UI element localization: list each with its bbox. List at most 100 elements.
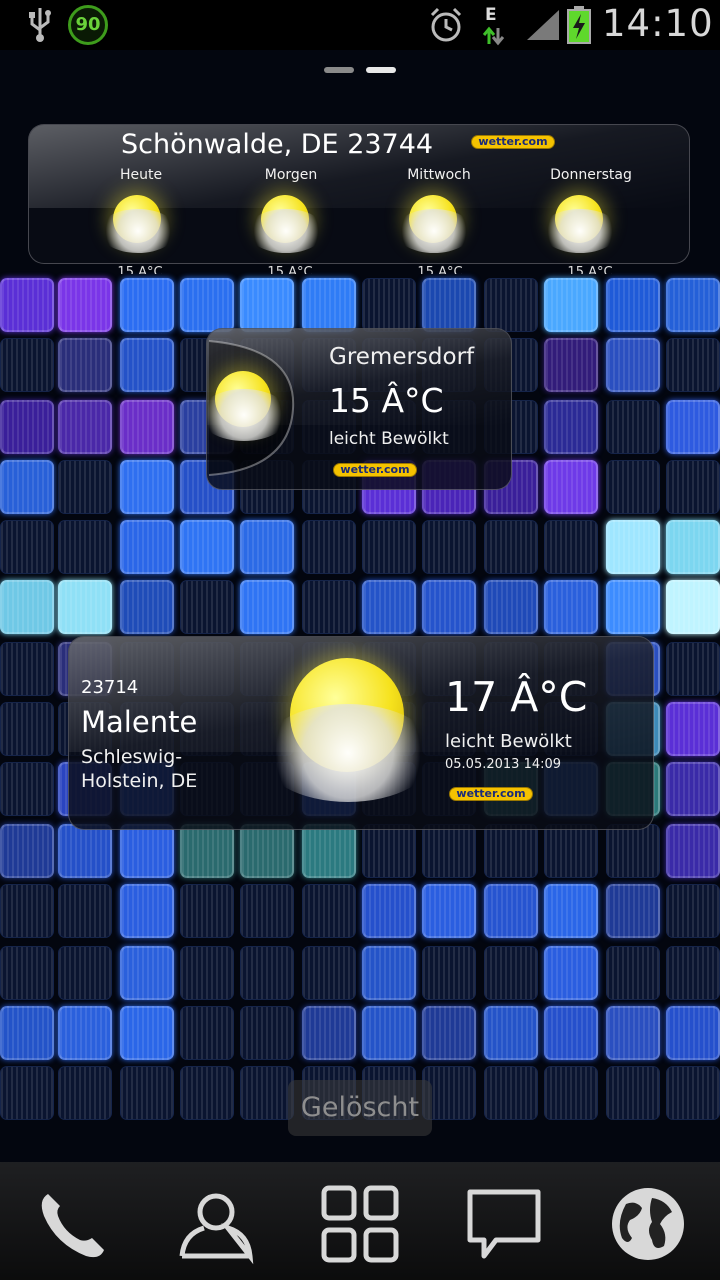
wallpaper-tile: [0, 520, 54, 574]
wallpaper-tile: [0, 702, 54, 756]
city-label: Malente: [81, 705, 198, 739]
wallpaper-tile: [606, 824, 660, 878]
zip-code-label: 23714: [81, 677, 139, 698]
forecast-temp-clipped: 15 Â°C: [567, 266, 613, 274]
wallpaper-tile: [422, 884, 476, 938]
wallpaper-tile: [120, 946, 174, 1000]
wallpaper-tile: [240, 580, 294, 634]
wallpaper-tile: [58, 400, 112, 454]
wallpaper-tile: [58, 884, 112, 938]
wallpaper-tile: [120, 278, 174, 332]
messages-button[interactable]: [462, 1182, 546, 1266]
partly-cloudy-icon: [395, 191, 473, 253]
wallpaper-tile: [606, 460, 660, 514]
phone-icon: [41, 1194, 104, 1258]
wallpaper-tile: [666, 702, 720, 756]
wallpaper-tile: [666, 580, 720, 634]
apps-grid-icon: [321, 1185, 399, 1263]
wallpaper-tile: [120, 1066, 174, 1120]
wallpaper-tile: [606, 884, 660, 938]
wallpaper-tile: [606, 580, 660, 634]
weather-widget-gremersdorf[interactable]: Gremersdorf 15 Â°C leicht Bewölkt wetter…: [206, 328, 512, 490]
wallpaper-tile: [666, 278, 720, 332]
contacts-button[interactable]: [174, 1182, 258, 1266]
wallpaper-tile: [544, 580, 598, 634]
wallpaper-tile: [180, 580, 234, 634]
contacts-icon: [179, 1193, 254, 1265]
wallpaper-tile: [58, 338, 112, 392]
forecast-day-label: Donnerstag: [550, 167, 632, 183]
wallpaper-tile: [606, 946, 660, 1000]
condition-label: leicht Bewölkt: [445, 731, 572, 752]
wallpaper-tile: [302, 278, 356, 332]
apps-button[interactable]: [318, 1182, 402, 1266]
wallpaper-tile: [484, 520, 538, 574]
partly-cloudy-icon: [207, 365, 289, 441]
wallpaper-tile: [120, 338, 174, 392]
wetter-com-logo[interactable]: wetter.com: [449, 787, 533, 801]
forecast-widget-schoenwalde[interactable]: Schönwalde, DE 23744 wetter.com Heute Mo…: [28, 124, 690, 264]
wallpaper-tile: [58, 824, 112, 878]
wallpaper-tile: [544, 1066, 598, 1120]
page-dot-2-active[interactable]: [366, 67, 396, 73]
wallpaper-tile: [362, 278, 416, 332]
phone-button[interactable]: [30, 1182, 114, 1266]
wallpaper-tile: [180, 1066, 234, 1120]
forecast-day-label: Heute: [119, 167, 163, 183]
wallpaper-tile: [58, 580, 112, 634]
forecast-temp-clipped: 15 Â°C: [267, 266, 313, 274]
wallpaper-tile: [544, 400, 598, 454]
wallpaper-tile: [120, 580, 174, 634]
browser-button[interactable]: [606, 1182, 690, 1266]
wallpaper-tile: [180, 946, 234, 1000]
wallpaper-tile: [120, 824, 174, 878]
wallpaper-tile: [240, 824, 294, 878]
wallpaper-tile: [0, 1006, 54, 1060]
wallpaper-tile: [362, 824, 416, 878]
partly-cloudy-icon: [541, 191, 619, 253]
wallpaper-tile: [302, 946, 356, 1000]
wetter-com-logo[interactable]: wetter.com: [471, 135, 555, 149]
wallpaper-tile: [666, 460, 720, 514]
wallpaper-tile: [180, 520, 234, 574]
partly-cloudy-icon: [99, 191, 177, 253]
wallpaper-tile: [58, 460, 112, 514]
region-label: Schleswig-Holstein, DE: [81, 746, 198, 792]
wallpaper-tile: [58, 278, 112, 332]
partly-cloudy-icon: [247, 191, 325, 253]
wallpaper-tile: [484, 1006, 538, 1060]
battery-charging-icon: [567, 6, 591, 44]
wallpaper-tile: [484, 946, 538, 1000]
status-clock: 14:10: [602, 2, 714, 45]
forecast-day-label: Mittwoch: [407, 167, 471, 183]
wallpaper-tile: [302, 520, 356, 574]
wallpaper-tile: [362, 580, 416, 634]
wallpaper-tile: [240, 1006, 294, 1060]
wallpaper-tile: [180, 824, 234, 878]
wallpaper-tile: [606, 1006, 660, 1060]
wallpaper-tile: [180, 884, 234, 938]
wallpaper-tile: [606, 520, 660, 574]
wallpaper-tile: [544, 884, 598, 938]
wallpaper-tile: [120, 520, 174, 574]
wallpaper-tile: [240, 1066, 294, 1120]
wallpaper-tile: [180, 278, 234, 332]
wetter-com-logo[interactable]: wetter.com: [333, 463, 417, 477]
wallpaper-tile: [422, 1006, 476, 1060]
wallpaper-tile: [422, 520, 476, 574]
wallpaper-tile: [0, 1066, 54, 1120]
wallpaper-tile: [0, 400, 54, 454]
signal-icon: [527, 10, 559, 40]
wallpaper-tile: [0, 338, 54, 392]
wallpaper-tile: [422, 278, 476, 332]
wallpaper-tile: [544, 946, 598, 1000]
forecast-temp-clipped: 15 Â°C: [117, 266, 163, 274]
wallpaper-tile: [606, 1066, 660, 1120]
wallpaper-tile: [666, 1006, 720, 1060]
wallpaper-tile: [666, 338, 720, 392]
wallpaper-tile: [0, 884, 54, 938]
forecast-city-label: Schönwalde, DE 23744: [121, 129, 434, 160]
partly-cloudy-icon: [260, 656, 436, 802]
page-dot-1[interactable]: [324, 67, 354, 73]
wallpaper-tile: [666, 642, 720, 696]
